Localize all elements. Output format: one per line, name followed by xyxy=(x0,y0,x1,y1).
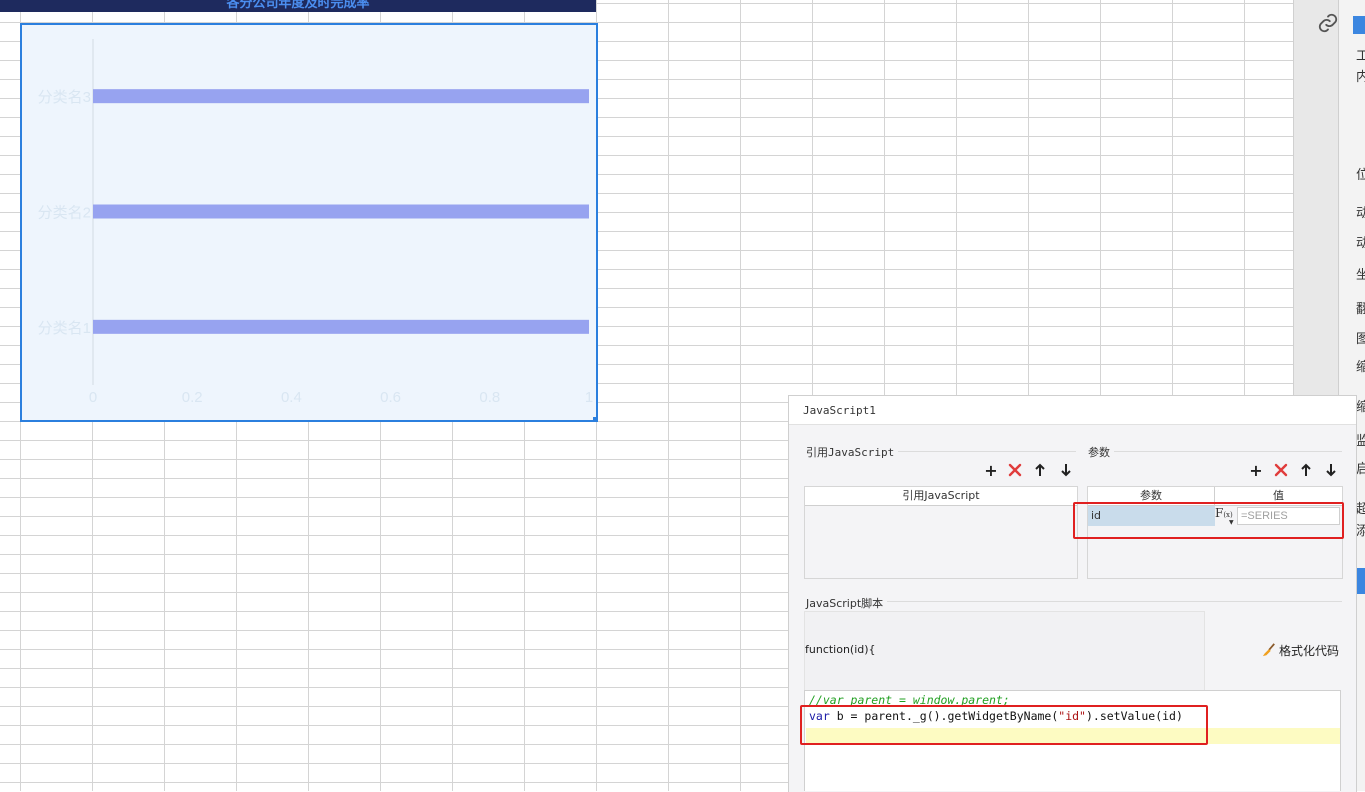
delete-ref-button[interactable] xyxy=(1007,463,1023,480)
panel-label-0: 工 xyxy=(1356,45,1365,64)
ref-js-table[interactable]: 引用JavaScript xyxy=(804,486,1078,579)
code-keyword: var xyxy=(809,709,830,723)
chart-container[interactable]: 分类名3 分类名2 分类名1 0 0.2 0.4 0.6 0.8 1 xyxy=(20,23,598,422)
ref-js-column-header: 引用JavaScript xyxy=(805,487,1077,506)
active-line-highlight xyxy=(806,728,1340,744)
move-down-ref-button[interactable] xyxy=(1058,463,1074,480)
param-column-header: 参数 xyxy=(1088,487,1215,506)
bar-chart: 分类名3 分类名2 分类名1 0 0.2 0.4 0.6 0.8 1 xyxy=(38,39,593,406)
param-value-input[interactable]: =SERIES xyxy=(1237,507,1340,525)
section-divider xyxy=(1088,451,1342,452)
x-tick-label: 0 xyxy=(89,389,97,406)
params-table[interactable]: 参数 值 xyxy=(1087,486,1343,579)
add-ref-button[interactable]: + xyxy=(983,463,999,479)
ref-js-section-label: 引用JavaScript xyxy=(806,444,899,460)
x-tick-label: 1 xyxy=(585,389,593,406)
delete-icon xyxy=(1008,463,1022,477)
chart-bar[interactable] xyxy=(93,89,589,104)
link-icon[interactable] xyxy=(1317,12,1339,34)
panel-label-4: 动 xyxy=(1356,232,1365,251)
panel-label-12: 超 xyxy=(1356,498,1365,517)
param-name-cell[interactable]: id xyxy=(1088,506,1215,526)
code-line-1: //var parent = window.parent; xyxy=(809,693,1010,707)
formula-sub: (x) xyxy=(1223,511,1233,519)
arrow-up-icon xyxy=(1301,463,1311,476)
function-signature: function(id){ xyxy=(805,643,876,656)
code-string: "id" xyxy=(1058,709,1086,723)
code-editor[interactable]: //var parent = window.parent; var b = pa… xyxy=(804,690,1341,791)
move-up-ref-button[interactable] xyxy=(1032,463,1048,480)
x-tick-label: 0.4 xyxy=(281,389,302,406)
chart-resize-handle[interactable] xyxy=(593,417,598,422)
format-code-label: 格式化代码 xyxy=(1279,644,1340,658)
value-column-header: 值 xyxy=(1215,487,1342,506)
dialog-header: JavaScript1 xyxy=(789,396,1356,425)
panel-label-1: 内 xyxy=(1356,66,1365,85)
code-text-post: ).setValue(id) xyxy=(1085,709,1183,723)
delete-icon xyxy=(1274,463,1288,477)
panel-label-10: 监 xyxy=(1356,430,1365,449)
move-up-param-button[interactable] xyxy=(1298,463,1314,480)
dialog-title: JavaScript1 xyxy=(803,404,876,417)
format-code-button[interactable]: 格式化代码 xyxy=(1262,642,1339,659)
panel-label-5: 坐 xyxy=(1356,264,1365,283)
chart-bar[interactable] xyxy=(93,319,589,334)
panel-label-3: 动 xyxy=(1356,202,1365,221)
arrow-down-icon xyxy=(1326,464,1336,477)
params-section-label: 参数 xyxy=(1088,444,1114,460)
chart-title-text: 各分公司年度及时完成率 xyxy=(226,0,370,11)
broom-icon xyxy=(1262,643,1275,657)
spreadsheet-row-header xyxy=(0,0,21,791)
x-tick-label: 0.8 xyxy=(479,389,500,406)
panel-label-8: 缩 xyxy=(1356,356,1365,375)
panel-label-11: 启 xyxy=(1356,458,1365,477)
chart-bar[interactable] xyxy=(93,204,589,219)
move-down-param-button[interactable] xyxy=(1323,463,1339,480)
chart-title-bar: 各分公司年度及时完成率 xyxy=(0,0,596,12)
panel-label-6: 翻 xyxy=(1356,298,1365,317)
script-section-label: JavaScript脚本 xyxy=(806,595,888,611)
code-line-2: var b = parent._g().getWidgetByName("id"… xyxy=(809,708,1183,724)
y-tick-label: 分类名1 xyxy=(38,320,91,337)
x-tick-label: 0.6 xyxy=(380,389,401,406)
panel-label-2: 位 xyxy=(1356,164,1365,183)
y-tick-label: 分类名3 xyxy=(38,89,91,106)
arrow-down-icon xyxy=(1061,464,1071,477)
panel-label-13: 添 xyxy=(1356,520,1365,539)
arrow-up-icon xyxy=(1035,463,1045,476)
panel-label-9: 缩 xyxy=(1356,396,1365,415)
code-text-pre: b = parent._g().getWidgetByName( xyxy=(829,709,1059,723)
y-tick-label: 分类名2 xyxy=(38,205,91,222)
x-tick-label: 0.2 xyxy=(182,389,203,406)
chevron-down-icon[interactable]: ▼ xyxy=(1229,519,1234,526)
panel-selected-marker xyxy=(1353,16,1365,34)
panel-label-7: 图 xyxy=(1356,328,1365,347)
delete-param-button[interactable] xyxy=(1273,463,1289,480)
add-param-button[interactable]: + xyxy=(1248,463,1264,479)
